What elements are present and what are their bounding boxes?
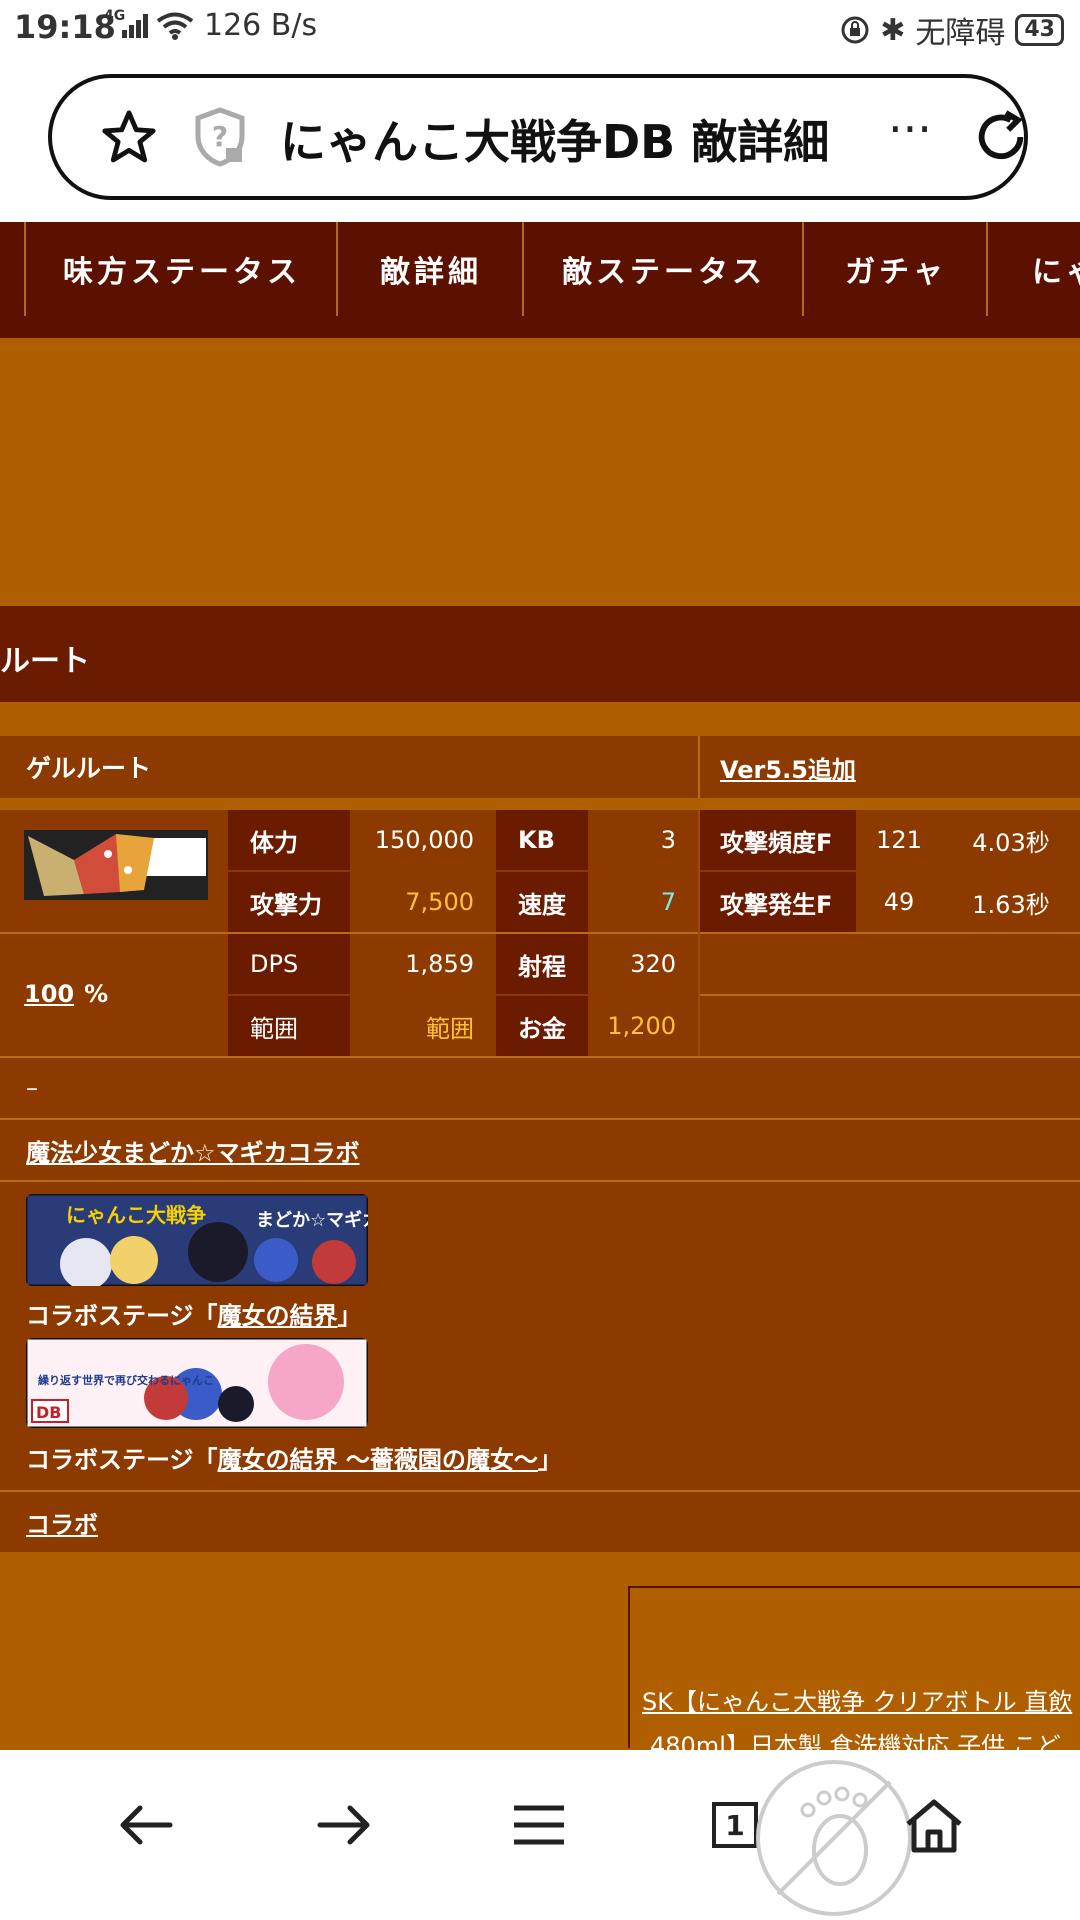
nav-item-more[interactable]: にゃ <box>986 222 1080 316</box>
range-label: 射程 <box>496 934 588 994</box>
magnification-link[interactable]: 100 <box>24 980 74 1008</box>
divider <box>698 810 700 1056</box>
wifi-icon <box>156 12 194 40</box>
hp-label: 体力 <box>228 810 350 870</box>
collab-banner-1[interactable]: にゃんこ大戦争 まどか☆マギカ <box>26 1194 368 1286</box>
menu-icon[interactable] <box>512 1804 566 1846</box>
stage-suffix: 」 <box>537 1445 562 1474</box>
page-title[interactable]: にゃんこ大戦争DB 敵詳細 <box>280 106 890 172</box>
nav-item-enemy-detail[interactable]: 敵詳細 <box>336 222 524 316</box>
attack-frequency-label: 攻撃頻度F <box>698 810 856 870</box>
status-time: 19:18 <box>14 8 116 46</box>
dps-label: DPS <box>228 934 350 994</box>
attack-occurrence-seconds: 1.63秒 <box>972 890 1050 919</box>
enemy-heading-bar: ルート <box>0 606 1080 702</box>
stage-prefix: コラボステージ「 <box>26 1301 218 1330</box>
status-bar: 19:18 4G 126 B/s ✱ 无障碍 43 <box>0 0 1080 56</box>
home-icon[interactable] <box>904 1798 964 1854</box>
svg-text:にゃんこ大戦争: にゃんこ大戦争 <box>66 1203 206 1227</box>
attack-value: 7,500 <box>405 888 474 916</box>
back-arrow-icon[interactable] <box>118 1802 174 1848</box>
speed-value: 7 <box>660 888 676 916</box>
ability-text: – <box>26 1074 38 1102</box>
collab-banner-2[interactable]: 繰り返す世界で再び交わるにゃんこ DB <box>26 1338 368 1428</box>
nav-item-enemy-status[interactable]: 敵ステータス <box>522 222 804 316</box>
svg-text:繰り返す世界で再び交わるにゃんこ: 繰り返す世界で再び交わるにゃんこ <box>38 1373 214 1387</box>
title-overflow: ··· <box>888 102 932 156</box>
accessibility-label: 无障碍 <box>915 16 1006 51</box>
area-value: 範囲 <box>426 1014 474 1043</box>
no-trace-mode-icon[interactable] <box>748 1754 920 1920</box>
nav-item-ally-status[interactable]: 味方ステータス <box>24 222 338 316</box>
hp-value: 150,000 <box>374 826 474 854</box>
bluetooth-icon: ✱ <box>880 12 906 48</box>
kb-label: KB <box>496 810 588 870</box>
svg-text:まどか☆マギカ: まどか☆マギカ <box>256 1210 368 1231</box>
svg-text:?: ? <box>212 120 228 153</box>
ad-space <box>0 338 1080 606</box>
range-value: 320 <box>630 950 676 978</box>
site-nav: 味方ステータス 敵詳細 敵ステータス ガチャ にゃ <box>0 222 1080 338</box>
enemy-heading: ルート <box>0 644 90 679</box>
browser-bottom-bar: 1 <box>0 1750 1080 1920</box>
security-shield-icon[interactable]: ? <box>192 106 248 168</box>
browser-toolbar: ? にゃんこ大戦争DB 敵詳細 ··· <box>0 56 1080 222</box>
battery-icon: 43 <box>1015 14 1064 46</box>
lock-rotation-icon <box>841 16 869 44</box>
dps-value: 1,859 <box>405 950 474 978</box>
percent-sign: % <box>84 980 109 1008</box>
version-link[interactable]: Ver5.5追加 <box>720 736 1060 798</box>
bookmark-star-icon[interactable] <box>100 108 158 166</box>
product-ad[interactable]: SK【にゃんこ大戦争 クリアボトル 直飲 480ml】日本製 食洗機対応 子供 … <box>628 1586 1080 1760</box>
address-bar[interactable]: ? にゃんこ大戦争DB 敵詳細 ··· <box>48 74 1028 200</box>
forward-arrow-icon[interactable] <box>316 1802 372 1848</box>
stage-2-link[interactable]: 魔女の結界 ～薔薇園の魔女～ <box>218 1440 538 1475</box>
divider <box>0 798 1080 810</box>
nav-item-gacha[interactable]: ガチャ <box>802 222 988 316</box>
money-label: お金 <box>496 996 588 1056</box>
enemy-name: ゲルルート <box>26 754 152 783</box>
attack-frequency-seconds: 4.03秒 <box>972 828 1050 857</box>
attack-frequency-frames: 121 <box>876 826 922 854</box>
divider <box>698 736 700 798</box>
collab-link[interactable]: 魔法少女まどか☆マギカコラボ <box>26 1120 1066 1180</box>
svg-text:DB: DB <box>36 1403 61 1422</box>
stage-1-link[interactable]: 魔女の結界 <box>218 1296 338 1331</box>
ad-line-1[interactable]: SK【にゃんこ大戦争 クリアボトル 直飲 <box>642 1682 1072 1717</box>
area-label: 範囲 <box>228 996 350 1056</box>
divider <box>0 1180 1080 1182</box>
attack-label: 攻撃力 <box>228 872 350 932</box>
reload-icon[interactable] <box>972 108 1030 166</box>
divider <box>698 994 1080 996</box>
attack-occurrence-frames: 49 <box>883 888 915 916</box>
network-speed: 126 B/s <box>204 8 318 43</box>
magnification-cell: 100 % <box>24 964 224 1024</box>
enemy-thumbnail <box>24 830 208 900</box>
speed-label: 速度 <box>496 872 588 932</box>
stage-prefix: コラボステージ「 <box>26 1445 218 1474</box>
kb-value: 3 <box>660 826 676 854</box>
money-value: 1,200 <box>607 1012 676 1040</box>
collab-stage-2: コラボステージ「 魔女の結界 ～薔薇園の魔女～ 」 <box>26 1434 1066 1480</box>
category-link[interactable]: コラボ <box>26 1492 1066 1552</box>
signal-icon <box>122 14 148 38</box>
stage-suffix: 」 <box>337 1301 362 1330</box>
attack-occurrence-label: 攻撃発生F <box>698 872 856 932</box>
collab-stage-1: コラボステージ「 魔女の結界 」 <box>26 1290 1066 1336</box>
